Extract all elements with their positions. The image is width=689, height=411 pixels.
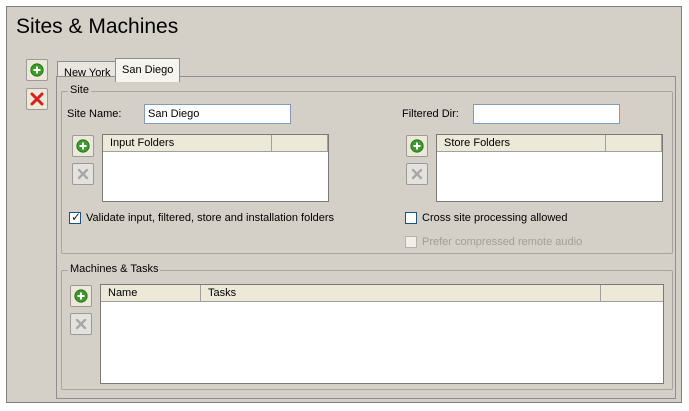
add-site-button[interactable]	[26, 59, 48, 81]
add-icon	[30, 63, 44, 77]
site-name-label: Site Name:	[67, 108, 122, 120]
store-folders-header: Store Folders	[437, 135, 662, 152]
site-group-legend: Site	[68, 84, 91, 96]
column-tasks[interactable]: Tasks	[201, 285, 601, 302]
column-blank[interactable]	[272, 135, 328, 152]
delete-icon	[77, 168, 89, 180]
prefer-compressed-checkbox[interactable]	[405, 236, 417, 248]
input-folders-header: Input Folders	[103, 135, 328, 152]
add-input-folder-button[interactable]	[72, 135, 94, 157]
store-folders-list[interactable]: Store Folders	[436, 134, 663, 202]
column-input-folders[interactable]: Input Folders	[103, 135, 272, 152]
add-store-folder-button[interactable]	[406, 135, 428, 157]
machines-tasks-list[interactable]: Name Tasks	[100, 284, 664, 384]
filtered-dir-label: Filtered Dir:	[402, 108, 459, 120]
add-icon	[410, 139, 424, 153]
site-name-input[interactable]: San Diego	[144, 104, 291, 124]
delete-input-folder-button[interactable]	[72, 163, 94, 185]
machines-tasks-group: Machines & Tasks Name Tasks	[61, 263, 673, 390]
delete-icon	[411, 168, 423, 180]
tab-san-diego[interactable]: San Diego	[115, 58, 181, 82]
tab-panel: Site Site Name: San Diego Filtered Dir:	[56, 76, 676, 399]
add-icon	[74, 289, 88, 303]
column-blank[interactable]	[601, 285, 663, 302]
check-mark-icon: ✓	[71, 210, 82, 224]
sites-machines-window: Sites & Machines New York San Diego Site…	[6, 6, 682, 403]
machines-tasks-header: Name Tasks	[101, 285, 663, 302]
input-folders-list[interactable]: Input Folders	[102, 134, 329, 202]
validate-folders-label: Validate input, filtered, store and inst…	[86, 212, 335, 224]
delete-machine-button[interactable]	[70, 313, 92, 335]
delete-site-button[interactable]	[26, 88, 48, 110]
column-name[interactable]: Name	[101, 285, 201, 302]
delete-icon	[75, 318, 87, 330]
column-blank[interactable]	[606, 135, 662, 152]
machines-tasks-legend: Machines & Tasks	[68, 263, 161, 275]
add-machine-button[interactable]	[70, 285, 92, 307]
page-title: Sites & Machines	[16, 15, 179, 38]
cross-site-checkbox[interactable]	[405, 212, 417, 224]
column-store-folders[interactable]: Store Folders	[437, 135, 606, 152]
cross-site-label: Cross site processing allowed	[422, 212, 568, 224]
add-icon	[76, 139, 90, 153]
filtered-dir-input[interactable]	[473, 104, 620, 124]
prefer-compressed-label: Prefer compressed remote audio	[422, 236, 583, 248]
validate-folders-checkbox[interactable]: ✓	[69, 210, 82, 224]
site-group: Site Site Name: San Diego Filtered Dir:	[61, 84, 673, 254]
delete-store-folder-button[interactable]	[406, 163, 428, 185]
delete-icon	[30, 92, 44, 106]
